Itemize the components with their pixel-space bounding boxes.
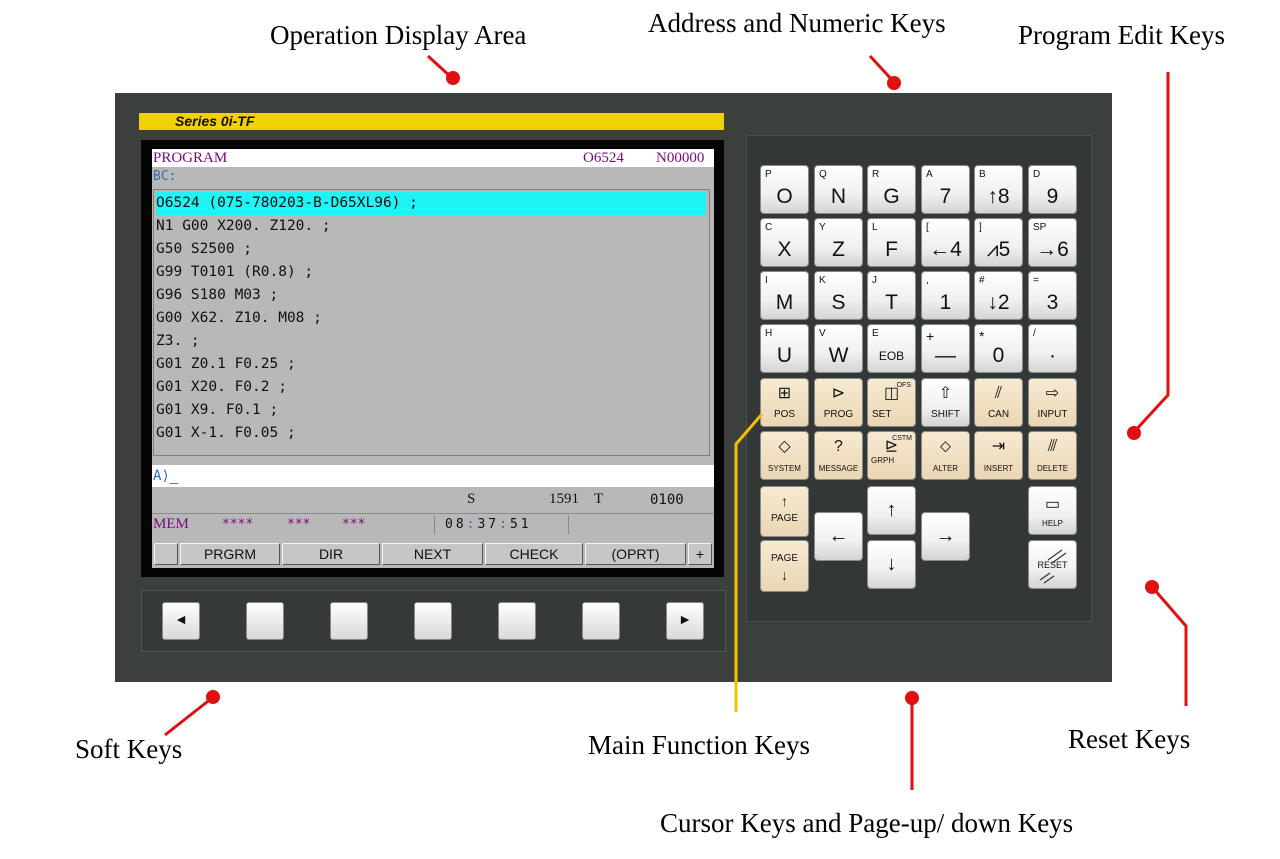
leader-main-function bbox=[734, 413, 764, 712]
leader-address-numeric bbox=[868, 54, 901, 90]
reset-slash-icon bbox=[1039, 549, 1067, 584]
leader-lines bbox=[164, 54, 1188, 790]
leader-reset bbox=[1145, 580, 1188, 706]
leader-soft-keys bbox=[164, 690, 220, 737]
leader-cursor-page bbox=[905, 691, 919, 790]
leader-operation-display bbox=[426, 54, 460, 85]
leader-program-edit bbox=[1127, 72, 1170, 440]
